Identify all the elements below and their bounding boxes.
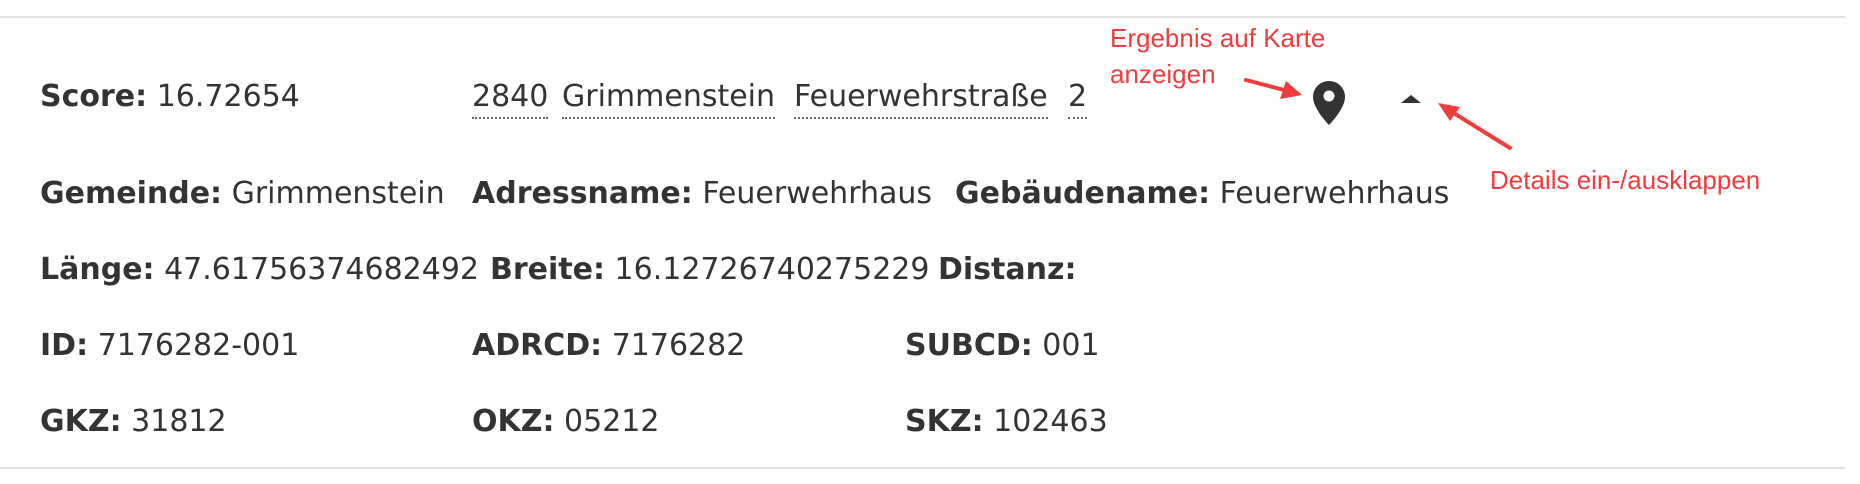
caret-up-icon [1401, 95, 1421, 103]
subcd-label: SUBCD: [905, 328, 1033, 363]
gebaeudename-field: Gebäudename: Feuerwehrhaus [955, 176, 1449, 212]
breite-field: Breite: 16.12726740275229 [490, 252, 929, 288]
adrcd-label: ADRCD: [472, 328, 603, 363]
adrcd-field: ADRCD: 7176282 [472, 328, 745, 364]
gkz-value: 31812 [131, 404, 227, 439]
map-annotation-arrow-line [1244, 78, 1286, 92]
gebaeudename-value: Feuerwehrhaus [1219, 176, 1450, 211]
bottom-divider [0, 467, 1845, 469]
id-label: ID: [40, 328, 89, 363]
toggle-annotation-arrow-line [1450, 110, 1512, 150]
score-value: 16.72654 [156, 79, 300, 114]
toggle-details-button[interactable] [1396, 88, 1426, 112]
distanz-label: Distanz: [938, 252, 1077, 287]
laenge-field: Länge: 47.61756374682492 [40, 252, 479, 288]
breite-value: 16.12726740275229 [614, 252, 930, 287]
score-field: Score: 16.72654 [40, 79, 300, 115]
address-postcode-link[interactable]: 2840 [472, 79, 549, 119]
gkz-field: GKZ: 31812 [40, 404, 227, 440]
address-housenumber-link[interactable]: 2 [1068, 79, 1088, 119]
okz-field: OKZ: 05212 [472, 404, 659, 440]
subcd-value: 001 [1042, 328, 1100, 363]
score-label: Score: [40, 79, 148, 114]
distanz-field: Distanz: [938, 252, 1076, 288]
okz-value: 05212 [564, 404, 660, 439]
map-annotation-line1: Ergebnis auf Karte [1110, 23, 1326, 53]
subcd-field: SUBCD: 001 [905, 328, 1100, 364]
show-on-map-button[interactable] [1312, 80, 1346, 126]
top-divider [0, 16, 1845, 18]
toggle-annotation: Details ein-/ausklappen [1490, 165, 1761, 195]
laenge-label: Länge: [40, 252, 155, 287]
map-annotation-line2: anzeigen [1110, 59, 1216, 89]
id-value: 7176282-001 [97, 328, 300, 363]
breite-label: Breite: [490, 252, 605, 287]
toggle-annotation-arrowhead [1438, 103, 1460, 121]
gemeinde-field: Gemeinde: Grimmenstein [40, 176, 445, 212]
adrcd-value: 7176282 [611, 328, 746, 363]
gemeinde-label: Gemeinde: [40, 176, 223, 211]
adressname-field: Adressname: Feuerwehrhaus [472, 176, 932, 212]
gemeinde-value: Grimmenstein [231, 176, 445, 211]
gebaeudename-label: Gebäudename: [955, 176, 1211, 211]
map-annotation-arrowhead [1280, 81, 1302, 99]
skz-value: 102463 [993, 404, 1108, 439]
laenge-value: 47.61756374682492 [164, 252, 480, 287]
okz-label: OKZ: [472, 404, 555, 439]
skz-field: SKZ: 102463 [905, 404, 1108, 440]
map-marker-icon [1313, 81, 1345, 125]
gkz-label: GKZ: [40, 404, 122, 439]
id-field: ID: 7176282-001 [40, 328, 299, 364]
adressname-value: Feuerwehrhaus [702, 176, 933, 211]
adressname-label: Adressname: [472, 176, 693, 211]
skz-label: SKZ: [905, 404, 984, 439]
address-locality-link[interactable]: Grimmenstein [562, 79, 776, 119]
address-street-link[interactable]: Feuerwehrstraße [794, 79, 1048, 119]
